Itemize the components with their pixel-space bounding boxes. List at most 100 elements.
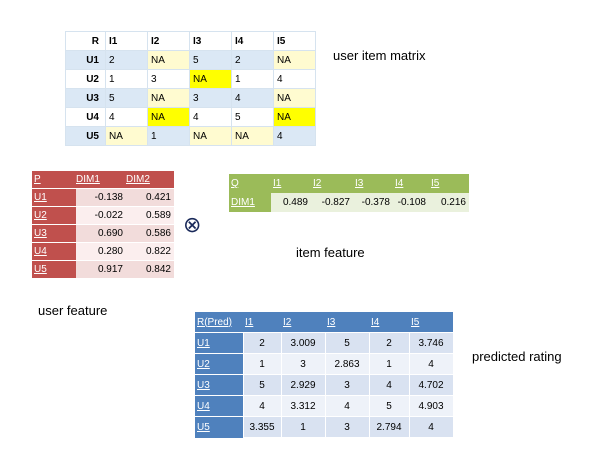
matrix-cell: 3 [147, 69, 190, 89]
predicted-rating-header-row: R(Pred) I1 I2 I3 I4 I5 [195, 312, 453, 333]
row-label: U1 [195, 332, 243, 354]
predicted-rating-caption: predicted rating [472, 349, 562, 364]
column-header: I1 [271, 174, 311, 193]
item-feature-header-row: Q I1 I2 I3 I4 I5 [229, 174, 469, 193]
table-row: U1 2 NA 5 2 NA [65, 50, 316, 70]
column-header: I2 [281, 312, 325, 333]
matrix-cell-highlighted: NA [273, 107, 316, 127]
matrix-cell: 3 [324, 416, 370, 438]
row-label: U3 [195, 374, 243, 396]
matrix-cell: 0.421 [126, 188, 174, 207]
matrix-cell: -0.108 [393, 193, 429, 212]
matrix-cell: 2 [105, 50, 148, 70]
table-row: U5 NA 1 NA NA 4 [65, 126, 316, 146]
matrix-cell: 4 [408, 416, 454, 438]
table-row: U3 0.690 0.586 [32, 224, 174, 243]
matrix-cell: 2 [368, 332, 410, 354]
row-label: U5 [195, 416, 243, 438]
table-row: U2 1 3 2.863 1 4 [195, 353, 454, 375]
column-header: I1 [243, 312, 281, 333]
matrix-cell: 5 [105, 88, 148, 108]
matrix-cell: 4 [273, 69, 316, 89]
column-header: I3 [189, 31, 232, 51]
column-header: I4 [369, 312, 409, 333]
matrix-cell: 3.355 [242, 416, 282, 438]
matrix-cell: 0.690 [76, 224, 126, 243]
matrix-cell: 2.929 [280, 374, 326, 396]
matrix-cell: 1 [242, 353, 282, 375]
matrix-cell: 0.822 [126, 242, 174, 261]
matrix-cell: 0.216 [429, 193, 469, 212]
table-row: DIM1 0.489 -0.827 -0.378 -0.108 0.216 [229, 193, 469, 212]
row-label: U2 [195, 353, 243, 375]
matrix-cell: 4 [242, 395, 282, 417]
table-row: U5 3.355 1 3 2.794 4 [195, 416, 454, 438]
matrix-cell: 1 [105, 69, 148, 89]
column-header: DIM1 [76, 171, 126, 189]
row-label: DIM1 [229, 193, 271, 212]
column-header: I2 [147, 31, 190, 51]
column-header: DIM2 [126, 171, 174, 189]
user-item-matrix: R I1 I2 I3 I4 I5 U1 2 NA 5 2 NA U2 1 3 N… [65, 31, 316, 146]
column-header: I1 [105, 31, 148, 51]
user-item-matrix-caption: user item matrix [333, 48, 426, 63]
matrix-cell: 4 [368, 374, 410, 396]
matrix-cell: -0.138 [76, 188, 126, 207]
matrix-cell: 4.903 [408, 395, 454, 417]
column-header: I4 [231, 31, 274, 51]
matrix-cell: -0.378 [353, 193, 393, 212]
row-label: U1 [65, 50, 106, 70]
row-label: U2 [65, 69, 106, 89]
item-feature-caption: item feature [296, 245, 365, 260]
row-label: U4 [195, 395, 243, 417]
column-header: I3 [325, 312, 369, 333]
column-header: I5 [429, 174, 469, 193]
matrix-cell: 4 [189, 107, 232, 127]
matrix-cell: 4 [273, 126, 316, 146]
matrix-cell: 3 [280, 353, 326, 375]
matrix-cell: 0.842 [126, 260, 174, 278]
matrix-corner-label: R(Pred) [195, 312, 243, 333]
matrix-cell: 3.312 [280, 395, 326, 417]
matrix-cell: 5 [324, 332, 370, 354]
matrix-cell: 2.794 [368, 416, 410, 438]
table-row: U2 1 3 NA 1 4 [65, 69, 316, 89]
matrix-cell: 1 [231, 69, 274, 89]
row-label: U4 [32, 242, 76, 261]
matrix-cell: 4 [324, 395, 370, 417]
row-label: U5 [65, 126, 106, 146]
row-label: U3 [32, 224, 76, 243]
matrix-cell: 1 [147, 126, 190, 146]
table-row: U3 5 2.929 3 4 4.702 [195, 374, 454, 396]
matrix-cell-na: NA [273, 50, 316, 70]
column-header: I5 [273, 31, 316, 51]
matrix-cell: 5 [189, 50, 232, 70]
matrix-cell: 1 [368, 353, 410, 375]
column-header: I5 [409, 312, 453, 333]
matrix-cell: 1 [280, 416, 326, 438]
matrix-cell: 0.589 [126, 206, 174, 225]
column-header: I4 [393, 174, 429, 193]
predicted-rating-matrix: R(Pred) I1 I2 I3 I4 I5 U1 2 3.009 5 2 3.… [195, 312, 454, 438]
matrix-cell-na: NA [273, 88, 316, 108]
matrix-cell: 4 [408, 353, 454, 375]
user-feature-header-row: P DIM1 DIM2 [32, 171, 174, 189]
tensor-product-symbol: ⊗ [183, 212, 202, 237]
matrix-cell: 4.702 [408, 374, 454, 396]
table-row: U4 4 3.312 4 5 4.903 [195, 395, 454, 417]
table-row: U4 0.280 0.822 [32, 242, 174, 261]
table-row: U5 0.917 0.842 [32, 260, 174, 278]
row-label: U2 [32, 206, 76, 225]
user-feature-matrix: P DIM1 DIM2 U1 -0.138 0.421 U2 -0.022 0.… [32, 171, 174, 278]
matrix-cell: 2.863 [324, 353, 370, 375]
matrix-cell: 3.746 [408, 332, 454, 354]
matrix-cell-highlighted: NA [147, 107, 190, 127]
matrix-corner-label: R [65, 31, 106, 51]
matrix-cell: 5 [242, 374, 282, 396]
matrix-cell-na: NA [231, 126, 274, 146]
column-header: I2 [311, 174, 353, 193]
row-label: U5 [32, 260, 76, 278]
matrix-corner-label: Q [229, 174, 271, 193]
matrix-cell: 0.280 [76, 242, 126, 261]
user-feature-caption: user feature [38, 303, 108, 318]
